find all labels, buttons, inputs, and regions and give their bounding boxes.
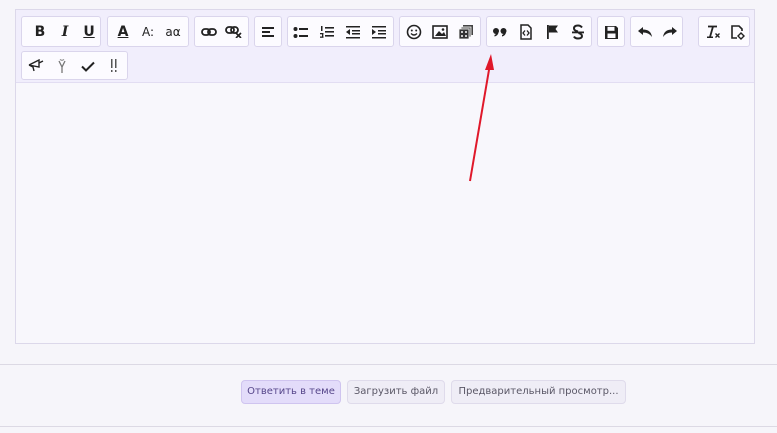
arrow-shaft	[469, 63, 491, 182]
arrow-head	[485, 54, 494, 70]
annotation-arrow	[469, 54, 494, 182]
